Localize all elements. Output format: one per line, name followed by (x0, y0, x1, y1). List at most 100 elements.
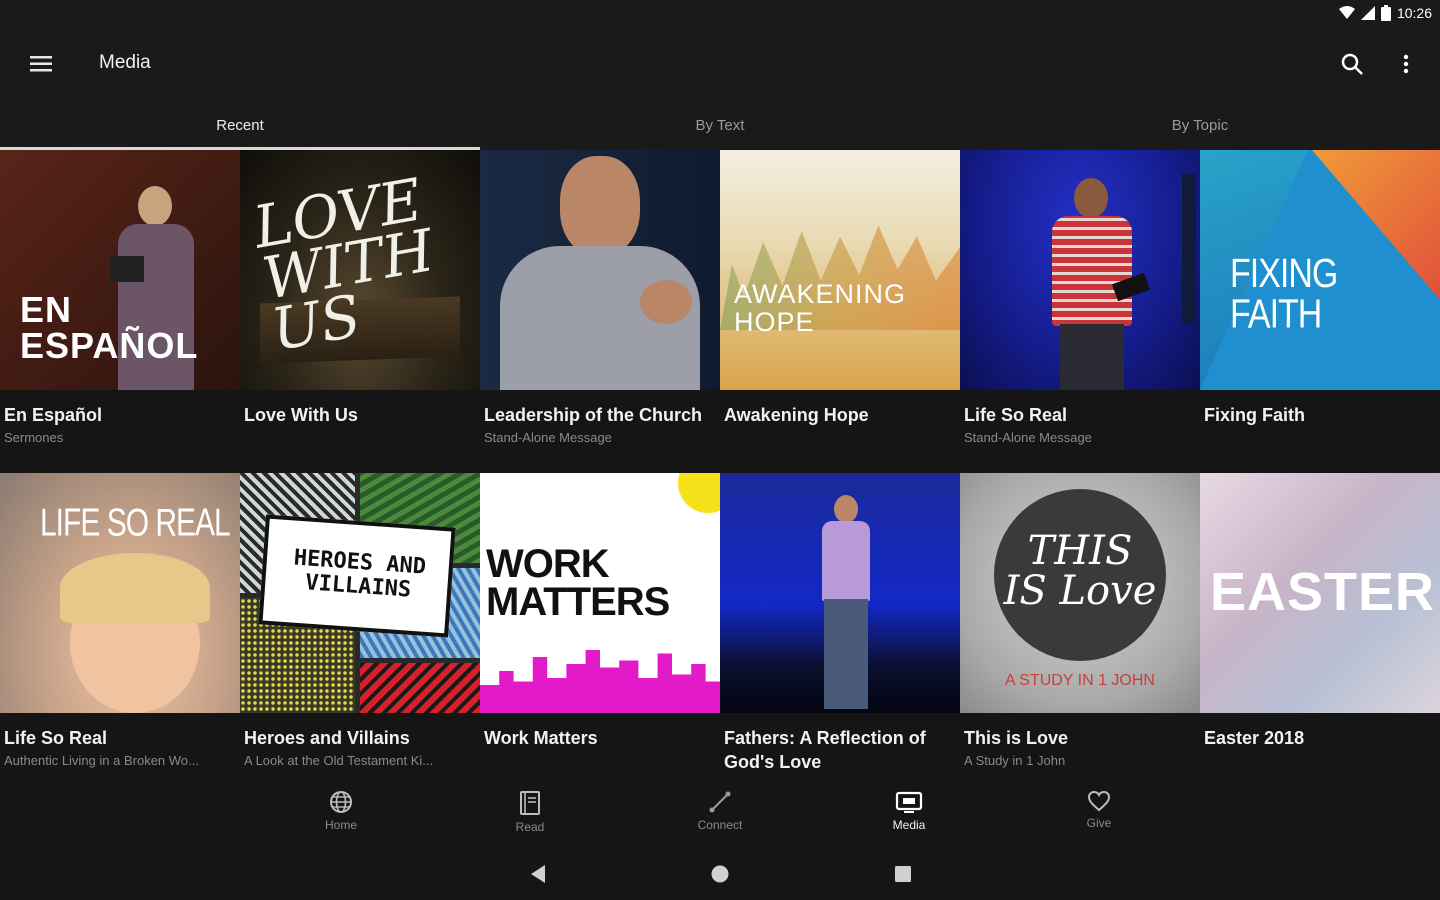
connect-icon (709, 791, 731, 813)
card-title: Easter 2018 (1204, 728, 1305, 748)
home-button[interactable] (708, 862, 732, 886)
nav-label: Read (515, 820, 545, 834)
nav-read[interactable]: Read (475, 790, 585, 846)
card-thumbnail: THIS IS Love A STUDY IN 1 JOHN (960, 473, 1200, 713)
card-thumbnail: HEROES AND VILLAINS (240, 473, 480, 713)
overflow-menu-button[interactable] (1392, 46, 1420, 82)
card-title: Leadership of the Church (484, 405, 703, 425)
tab-by-text[interactable]: By Text (480, 100, 960, 150)
card-art-text: WORK MATTERS (486, 542, 670, 624)
card-subtitle: Stand-Alone Message (484, 430, 612, 445)
media-card[interactable]: THIS IS Love A STUDY IN 1 JOHN This is L… (960, 473, 1200, 796)
tab-bar: Recent By Text By Topic (0, 100, 1440, 150)
page-title: Media (99, 52, 151, 73)
nav-connect[interactable]: Connect (665, 790, 775, 846)
recents-square-icon (895, 866, 911, 882)
globe-icon (330, 791, 352, 813)
screen-edge (1182, 174, 1196, 324)
nav-label: Give (1086, 816, 1112, 830)
card-thumbnail (480, 150, 720, 390)
media-card[interactable]: EASTER Easter 2018 (1200, 473, 1440, 796)
card-subtitle: Authentic Living in a Broken Wo... (4, 753, 199, 768)
card-subtitle: A Study in 1 John (964, 753, 1066, 768)
speaker-figure (500, 150, 700, 390)
battery-icon (1380, 5, 1391, 21)
card-art-text: FIXING FAITH (1230, 250, 1338, 338)
card-title: Life So Real (964, 405, 1068, 425)
media-card[interactable]: EN ESPAÑOL En Español Sermones (0, 150, 240, 473)
media-card[interactable]: LIFE SO REAL Life So Real Authentic Livi… (0, 473, 240, 796)
tab-recent[interactable]: Recent (0, 100, 480, 150)
media-card[interactable]: Fathers: A Reflection of God's Love (720, 473, 960, 796)
more-vert-icon (1403, 54, 1409, 74)
cell-signal-icon (1360, 6, 1375, 20)
card-thumbnail: LOVE WITH US (240, 150, 480, 390)
card-subtitle: Sermones (4, 430, 64, 445)
media-grid: EN ESPAÑOL En Español Sermones LOVE WITH… (0, 150, 1440, 796)
nav-label: Media (892, 818, 926, 832)
nav-label: Home (324, 818, 357, 832)
card-title: Awakening Hope (724, 405, 869, 425)
media-card[interactable]: WORK MATTERS Work Matters (480, 473, 720, 796)
card-thumbnail: FIXING FAITH (1200, 150, 1440, 390)
media-card[interactable]: FIXING FAITH Fixing Faith (1200, 150, 1440, 473)
media-card[interactable]: AWAKENING HOPE Awakening Hope (720, 150, 960, 473)
card-art-text: LIFE SO REAL (40, 501, 231, 545)
card-art-text: EASTER (1210, 562, 1436, 622)
menu-button[interactable] (22, 46, 60, 82)
hamburger-icon (30, 56, 52, 72)
tv-icon (895, 791, 923, 813)
home-circle-icon (711, 865, 729, 883)
card-art-text: THIS IS Love (1003, 528, 1157, 614)
nav-home[interactable]: Home (286, 790, 396, 846)
card-thumbnail: EASTER (1200, 473, 1440, 713)
card-title: Fathers: A Reflection of God's Love (724, 728, 926, 772)
card-title: Heroes and Villains (244, 728, 410, 748)
card-title: En Español (4, 405, 103, 425)
city-skyline (480, 650, 720, 713)
card-thumbnail: WORK MATTERS (480, 473, 720, 713)
recents-button[interactable] (891, 862, 915, 886)
back-triangle-icon (531, 865, 545, 883)
speaker-figure (1040, 178, 1151, 390)
book-icon (520, 791, 540, 815)
card-thumbnail: LIFE SO REAL (0, 473, 240, 713)
card-title: Life So Real (4, 728, 108, 748)
card-thumbnail: EN ESPAÑOL (0, 150, 240, 390)
system-navigation-bar (0, 848, 1440, 900)
app-bar: Media (0, 28, 1440, 100)
media-card[interactable]: HEROES AND VILLAINS Heroes and Villains … (240, 473, 480, 796)
card-title: Work Matters (484, 728, 598, 748)
card-subtitle: A Look at the Old Testament Ki... (244, 753, 434, 768)
bottom-navigation: Home Read Connect Media Give (0, 786, 1440, 848)
nav-label: Connect (697, 818, 743, 832)
grid-row: EN ESPAÑOL En Español Sermones LOVE WITH… (0, 150, 1440, 473)
speaker-figure (816, 495, 876, 709)
card-thumbnail: AWAKENING HOPE (720, 150, 960, 390)
media-card[interactable]: Life So Real Stand-Alone Message (960, 150, 1200, 473)
card-art-text: EN ESPAÑOL (20, 289, 199, 366)
card-title: Love With Us (244, 405, 358, 425)
media-card[interactable]: LOVE WITH US Love With Us (240, 150, 480, 473)
grid-row: LIFE SO REAL Life So Real Authentic Livi… (0, 473, 1440, 796)
comic-panel (360, 663, 480, 713)
status-bar: 10:26 (0, 0, 1440, 28)
card-title: Fixing Faith (1204, 405, 1305, 425)
tab-by-topic[interactable]: By Topic (960, 100, 1440, 150)
child-hair (60, 553, 210, 623)
search-button[interactable] (1334, 46, 1370, 82)
card-thumbnail (720, 473, 960, 713)
card-art-subtext: A STUDY IN 1 JOHN (1005, 672, 1155, 689)
search-icon (1341, 53, 1363, 75)
back-button[interactable] (526, 862, 550, 886)
wifi-icon (1338, 6, 1355, 19)
card-title: This is Love (964, 728, 1069, 748)
media-card[interactable]: Leadership of the Church Stand-Alone Mes… (480, 150, 720, 473)
card-art-text: AWAKENING HOPE (734, 279, 907, 338)
nav-give[interactable]: Give (1044, 790, 1154, 846)
status-time: 10:26 (1396, 5, 1432, 21)
card-thumbnail (960, 150, 1200, 390)
heart-icon (1087, 790, 1111, 812)
card-subtitle: Stand-Alone Message (964, 430, 1092, 445)
nav-media[interactable]: Media (854, 790, 964, 846)
